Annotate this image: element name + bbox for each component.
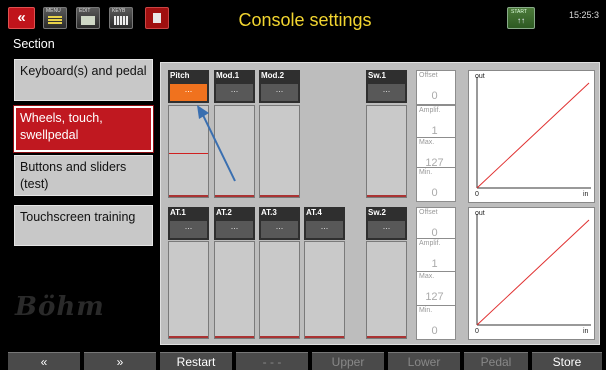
page-title: Console settings [238, 10, 372, 30]
channel-value[interactable]: ... [261, 84, 298, 101]
bottom-bar: « » Restart - - - Upper Lower Pedal Stor… [0, 352, 606, 370]
channel-label: Mod.1 [216, 71, 240, 80]
rhythm-start-button[interactable]: START ↑↑ [507, 7, 535, 29]
param-label: Offset [419, 72, 438, 79]
channel-label: Sw.2 [368, 208, 386, 217]
param-label: Amplif. [419, 107, 441, 114]
channel-mod2[interactable]: Mod.2 ... [259, 70, 300, 103]
single-manual-icon[interactable] [145, 7, 169, 29]
at4-bar [304, 241, 345, 339]
param-label: Min. [419, 307, 433, 314]
channel-at4[interactable]: AT.4 ... [304, 207, 345, 240]
channel-at2[interactable]: AT.2 ... [214, 207, 255, 240]
channel-value[interactable]: ... [216, 221, 253, 238]
channel-value[interactable]: ... [261, 221, 298, 238]
channel-at3[interactable]: AT.3 ... [259, 207, 300, 240]
menu-item-wheels-touch-swellpedal[interactable]: Wheels, touch, swellpedal [13, 105, 154, 153]
page-up-button[interactable]: « [8, 352, 80, 370]
at1-bar [168, 241, 209, 339]
param-value: 0 [431, 90, 438, 102]
keyboard-icon-label: KEYB [112, 8, 126, 14]
keyboard-icon[interactable]: KEYB [109, 7, 133, 29]
param-label: Offset [419, 209, 438, 216]
menu-icon[interactable]: MENU [43, 7, 67, 29]
menu-item-buttons-sliders[interactable]: Buttons and sliders (test) [14, 155, 153, 196]
channel-label: AT.2 [216, 208, 232, 217]
page-down-button[interactable]: » [84, 352, 156, 370]
amplif-field-top[interactable]: Amplif. 1 [416, 105, 456, 140]
param-label: Max. [419, 139, 435, 146]
mod2-bar [259, 105, 300, 198]
axis-label-in: in [583, 328, 589, 335]
at2-bar [214, 241, 255, 339]
bohm-logo: Böhm [15, 292, 105, 322]
offset-field-top[interactable]: Offset 0 [416, 70, 456, 105]
response-curve-bottom: out 0 in [468, 207, 595, 340]
channel-sw2[interactable]: Sw.2 ... [366, 207, 407, 240]
param-value: 1 [431, 258, 438, 270]
param-value: 0 [431, 325, 438, 337]
axis-label-zero: 0 [475, 191, 479, 198]
curve-plot [476, 214, 591, 326]
offset-field-bottom[interactable]: Offset 0 [416, 207, 456, 242]
channel-label: AT.3 [261, 208, 277, 217]
channel-value-selected[interactable]: ... [170, 84, 207, 101]
channel-at1[interactable]: AT.1 ... [168, 207, 209, 240]
edit-icon[interactable]: EDIT [76, 7, 100, 29]
empty-button[interactable]: - - - [236, 352, 308, 370]
settings-panel: Pitch ... Mod.1 ... Mod.2 ... Sw.1 ... A… [160, 62, 600, 345]
axis-label-out: out [475, 73, 485, 80]
annotation-arrow-icon [197, 105, 236, 182]
axis-label-zero: 0 [475, 328, 479, 335]
sw1-bar [366, 105, 407, 198]
param-label: Amplif. [419, 240, 441, 247]
at3-bar [259, 241, 300, 339]
param-value: 0 [431, 187, 438, 199]
menu-item-touchscreen-training[interactable]: Touchscreen training [14, 205, 153, 246]
channel-label: Pitch [170, 71, 190, 80]
channel-label: AT.1 [170, 208, 186, 217]
menu-icon-label: MENU [46, 8, 61, 14]
pedal-button[interactable]: Pedal [464, 352, 528, 370]
channel-value[interactable]: ... [368, 221, 405, 238]
min-field-bottom[interactable]: Min. 0 [416, 305, 456, 340]
param-label: Min. [419, 169, 433, 176]
back-button[interactable]: « [8, 7, 35, 29]
curve-plot [476, 77, 591, 189]
channel-sw1[interactable]: Sw.1 ... [366, 70, 407, 103]
section-heading: Section [13, 37, 55, 51]
channel-label: AT.4 [306, 208, 322, 217]
axis-label-in: in [583, 191, 589, 198]
restart-button[interactable]: Restart [160, 352, 232, 370]
store-button[interactable]: Store [532, 352, 602, 370]
channel-mod1[interactable]: Mod.1 ... [214, 70, 255, 103]
top-bar: « MENU EDIT KEYB Console settings START … [0, 0, 606, 35]
channel-pitch[interactable]: Pitch ... [168, 70, 209, 103]
axis-label-out: out [475, 210, 485, 217]
channel-value[interactable]: ... [306, 221, 343, 238]
param-label: Max. [419, 273, 435, 280]
upper-button[interactable]: Upper [312, 352, 384, 370]
rhythm-start-label: START [511, 9, 527, 15]
lower-button[interactable]: Lower [388, 352, 460, 370]
param-value: 127 [425, 291, 444, 303]
channel-value[interactable]: ... [368, 84, 405, 101]
rhythm-start-icon: ↑↑ [517, 16, 525, 25]
sw2-bar [366, 241, 407, 339]
channel-label: Sw.1 [368, 71, 386, 80]
menu-item-keyboard-pedal[interactable]: Keyboard(s) and pedal [14, 59, 153, 101]
channel-value[interactable]: ... [216, 84, 253, 101]
channel-value[interactable]: ... [170, 221, 207, 238]
clock: 15:25:3 [569, 10, 600, 20]
min-field-top[interactable]: Min. 0 [416, 167, 456, 202]
edit-icon-label: EDIT [79, 8, 91, 14]
response-curve-top: out 0 in [468, 70, 595, 203]
amplif-field-bottom[interactable]: Amplif. 1 [416, 238, 456, 273]
max-field-bottom[interactable]: Max. 127 [416, 271, 456, 306]
param-value: 1 [431, 125, 438, 137]
channel-label: Mod.2 [261, 71, 285, 80]
